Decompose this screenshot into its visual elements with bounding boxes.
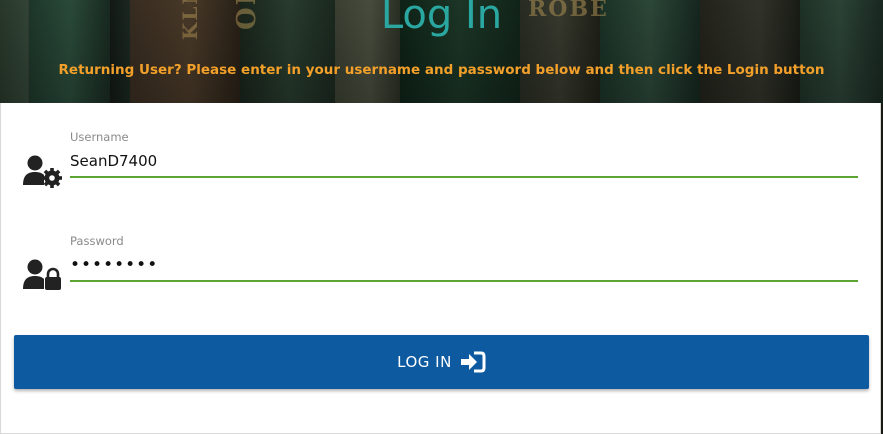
- login-page: ORDS KLN ROBE Log In Returning User? Ple…: [0, 0, 883, 434]
- login-button-label: LOG IN: [397, 353, 452, 371]
- login-button[interactable]: LOG IN: [14, 335, 869, 389]
- password-field-group: Password: [23, 234, 859, 294]
- sign-in-icon: [460, 351, 486, 373]
- username-input[interactable]: [70, 146, 858, 178]
- page-instructions: Returning User? Please enter in your use…: [58, 62, 825, 78]
- page-title: Log In: [380, 0, 503, 38]
- username-label: Username: [70, 130, 129, 144]
- password-label: Password: [70, 234, 124, 248]
- username-field-group: Username: [23, 130, 859, 190]
- user-lock-icon: [23, 258, 63, 292]
- header-banner: ORDS KLN ROBE Log In Returning User? Ple…: [0, 0, 883, 104]
- user-gear-icon: [23, 154, 63, 188]
- password-input[interactable]: [70, 250, 858, 282]
- login-card: Username Password LOG IN: [0, 103, 881, 434]
